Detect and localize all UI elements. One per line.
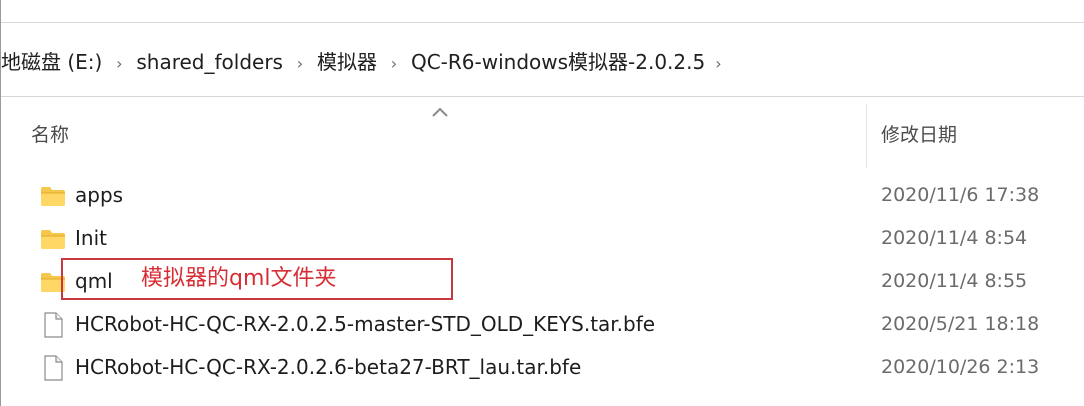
sort-ascending-icon xyxy=(429,102,451,124)
file-explorer-window: 地磁盘 (E:) › shared_folders › 模拟器 › QC-R6-… xyxy=(0,0,1084,406)
breadcrumb-shared-folders[interactable]: shared_folders xyxy=(136,40,283,84)
file-name: apps xyxy=(75,183,124,207)
file-name: HCRobot-HC-QC-RX-2.0.2.5-master-STD_OLD_… xyxy=(75,312,656,336)
file-name: Init xyxy=(75,226,107,250)
breadcrumb-separator[interactable]: › xyxy=(705,54,737,73)
file-row-init[interactable]: Init 2020/11/4 8:54 xyxy=(1,217,1084,260)
breadcrumb-drive-e[interactable]: 地磁盘 (E:) xyxy=(1,40,102,84)
breadcrumb-separator[interactable]: › xyxy=(102,54,136,73)
file-date-modified: 2020/11/4 8:54 xyxy=(881,227,1028,249)
breadcrumb-simulator[interactable]: 模拟器 xyxy=(317,40,377,84)
breadcrumb[interactable]: 地磁盘 (E:) › shared_folders › 模拟器 › QC-R6-… xyxy=(1,40,737,84)
annotation-label: 模拟器的qml文件夹 xyxy=(141,266,337,291)
folder-icon xyxy=(39,182,67,210)
file-date-modified: 2020/10/26 2:13 xyxy=(881,356,1040,378)
breadcrumb-separator[interactable]: › xyxy=(377,54,411,73)
file-date-modified: 2020/11/4 8:55 xyxy=(881,270,1028,292)
column-header-date-modified[interactable]: 修改日期 xyxy=(881,110,957,156)
file-name: HCRobot-HC-QC-RX-2.0.2.6-beta27-BRT_lau.… xyxy=(75,355,582,379)
file-row-master-std-old-keys[interactable]: HCRobot-HC-QC-RX-2.0.2.5-master-STD_OLD_… xyxy=(1,303,1084,346)
column-divider[interactable] xyxy=(866,104,867,168)
toolbar-strip xyxy=(1,0,1084,23)
breadcrumb-qc-r6-folder[interactable]: QC-R6-windows模拟器-2.0.2.5 xyxy=(411,40,705,84)
file-row-apps[interactable]: apps 2020/11/6 17:38 xyxy=(1,174,1084,217)
file-row-beta27-brt-lau[interactable]: HCRobot-HC-QC-RX-2.0.2.6-beta27-BRT_lau.… xyxy=(1,346,1084,389)
column-header-name[interactable]: 名称 xyxy=(31,110,69,156)
file-icon xyxy=(39,354,67,382)
breadcrumb-separator[interactable]: › xyxy=(283,54,317,73)
file-date-modified: 2020/11/6 17:38 xyxy=(881,184,1040,206)
file-icon xyxy=(39,311,67,339)
header-divider xyxy=(1,96,1084,97)
folder-icon xyxy=(39,225,67,253)
file-date-modified: 2020/5/21 18:18 xyxy=(881,313,1040,335)
